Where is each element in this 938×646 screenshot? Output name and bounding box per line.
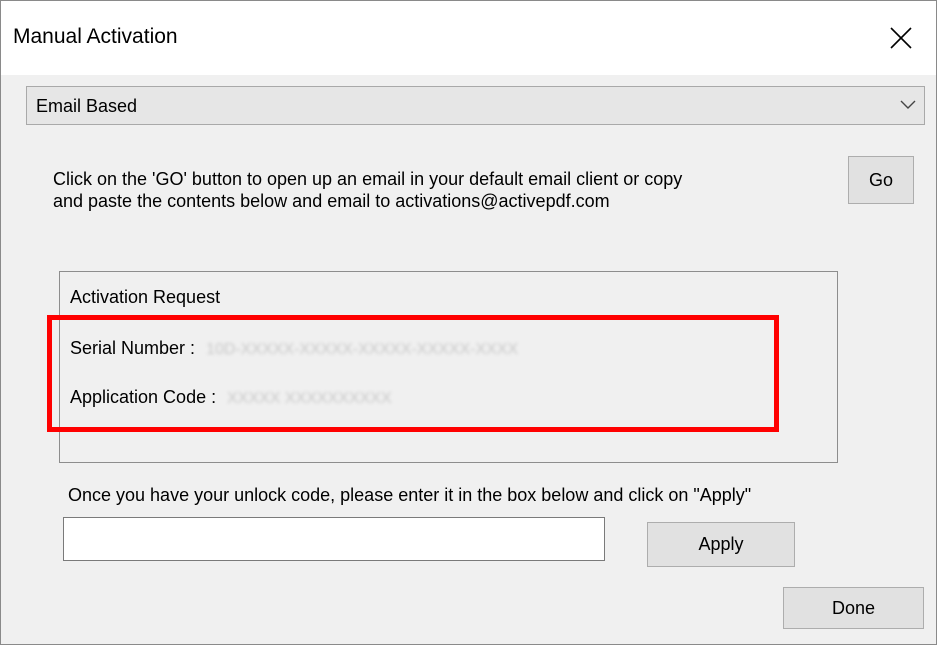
- close-button[interactable]: [868, 1, 936, 75]
- manual-activation-dialog: Manual Activation Email Based Click on t…: [0, 0, 937, 645]
- title-bar: Manual Activation: [1, 1, 936, 75]
- activation-request-legend: Activation Request: [70, 287, 221, 307]
- apply-button[interactable]: Apply: [647, 522, 795, 567]
- activation-method-value: Email Based: [36, 96, 138, 116]
- chevron-down-icon: [900, 100, 916, 109]
- done-button[interactable]: Done: [783, 587, 924, 629]
- unlock-code-input[interactable]: [63, 517, 605, 561]
- close-icon: [890, 27, 912, 49]
- activation-method-dropdown[interactable]: Email Based: [26, 86, 925, 125]
- dialog-title: Manual Activation: [13, 25, 178, 48]
- red-highlight-box: [47, 315, 779, 432]
- instructions-line-1: Click on the 'GO' button to open up an e…: [53, 169, 683, 189]
- go-button[interactable]: Go: [848, 156, 914, 204]
- unlock-instructions: Once you have your unlock code, please e…: [68, 485, 752, 505]
- email-instructions: Click on the 'GO' button to open up an e…: [53, 168, 833, 212]
- instructions-line-2: and paste the contents below and email t…: [53, 191, 610, 211]
